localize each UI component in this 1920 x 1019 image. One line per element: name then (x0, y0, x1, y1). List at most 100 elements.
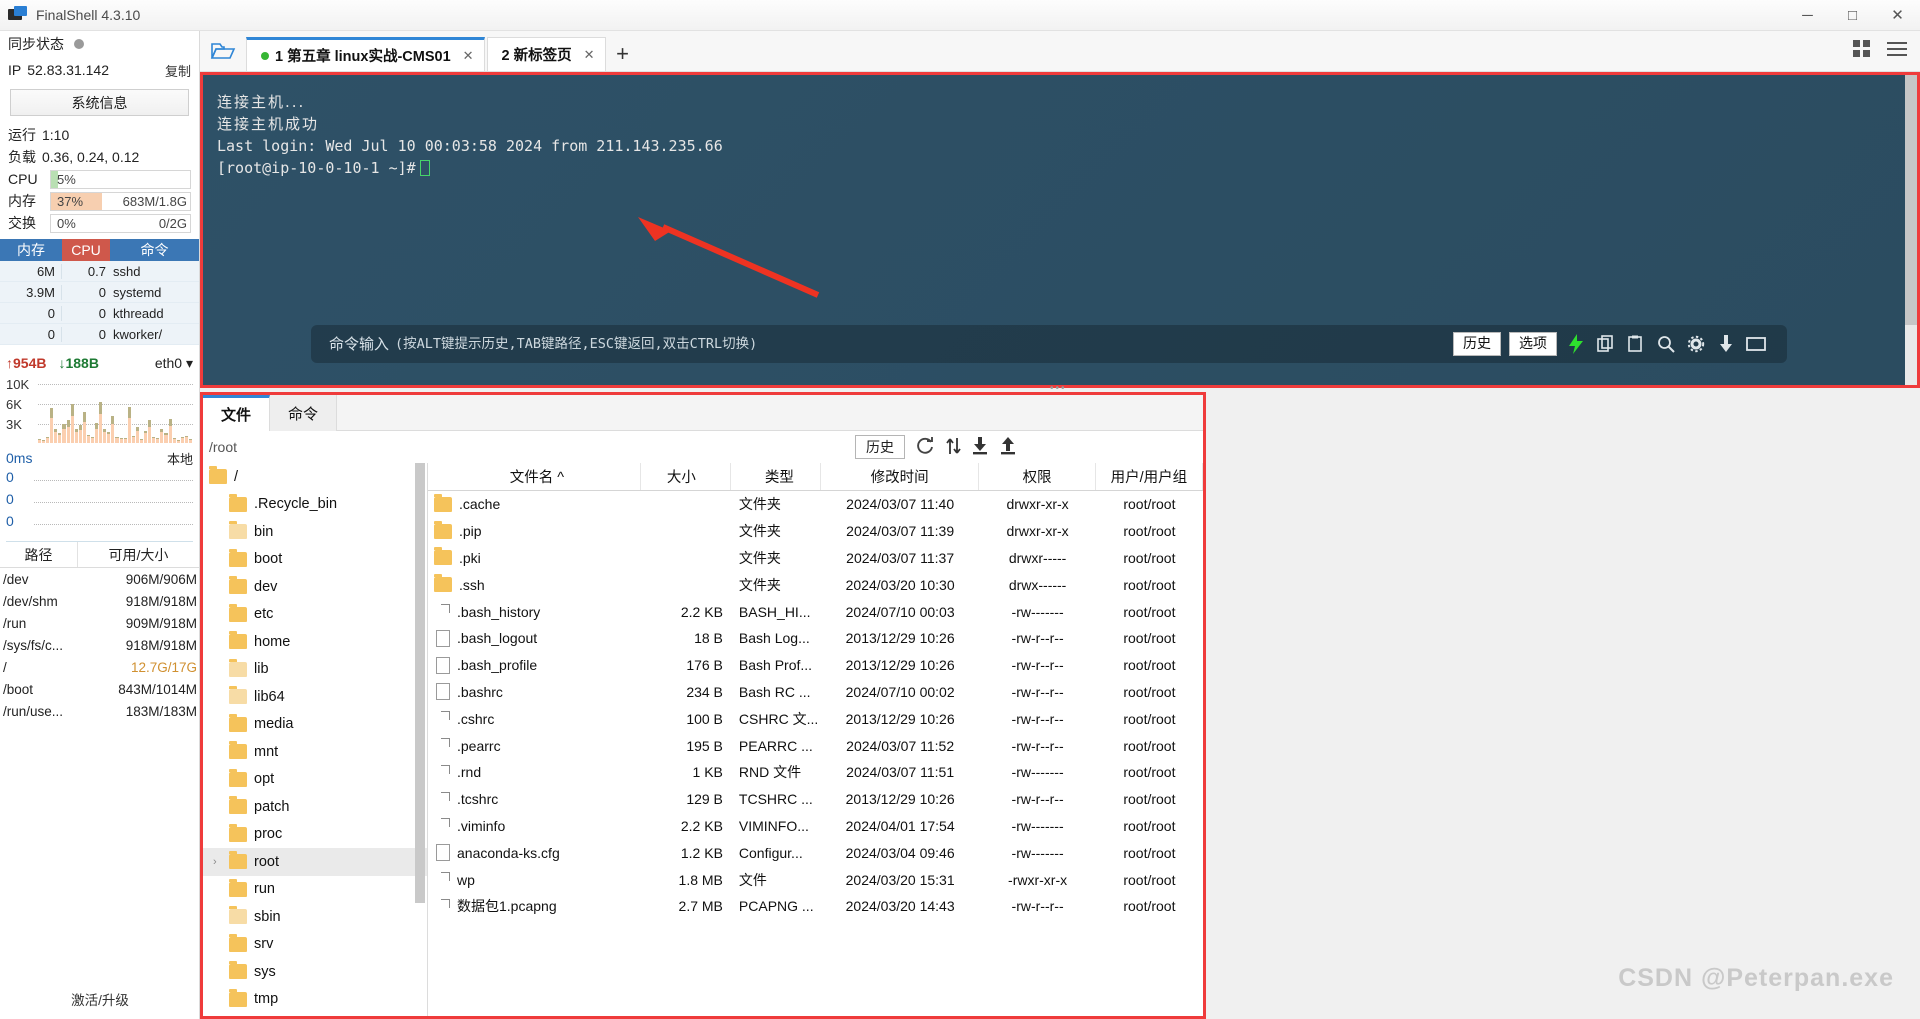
disk-row[interactable]: /sys/fs/c... 918M/918M (0, 634, 199, 656)
tree-item-Recycle_bin[interactable]: .Recycle_bin (203, 491, 427, 519)
session-tab-2[interactable]: 2 新标签页 ✕ (486, 37, 606, 71)
file-row[interactable]: .bashrc 234 B Bash RC ... 2024/07/10 00:02 -… (428, 679, 1203, 706)
file-row[interactable]: .pki 文件夹 2024/03/07 11:37 drwxr----- root/ro… (428, 545, 1203, 572)
gear-icon[interactable] (1685, 333, 1707, 355)
file-row[interactable]: .bash_logout 18 B Bash Log... 2013/12/29 10… (428, 625, 1203, 652)
terminal-output[interactable]: 连接主机... 连接主机成功 Last login: Wed Jul 10 00:0… (203, 75, 1917, 385)
file-row[interactable]: .bash_history 2.2 KB BASH_HI... 2024/07/10 … (428, 598, 1203, 625)
tree-item-opt[interactable]: opt (203, 766, 427, 794)
terminal-options-button[interactable]: 选项 (1509, 332, 1557, 356)
copy-icon[interactable] (1595, 333, 1617, 355)
search-icon[interactable] (1655, 333, 1677, 355)
terminal-scrollbar[interactable] (1905, 75, 1917, 385)
tab-close-icon[interactable]: ✕ (463, 48, 474, 64)
file-row[interactable]: .cache 文件夹 2024/03/07 11:40 drwxr-xr-x root/… (428, 491, 1203, 518)
tree-item-tmp[interactable]: tmp (203, 986, 427, 1014)
tree-item-root[interactable]: › root (203, 848, 427, 876)
tree-item-dev[interactable]: dev (203, 573, 427, 601)
file-type: 文件夹 (738, 523, 781, 540)
process-header-cpu[interactable]: CPU (62, 239, 110, 261)
system-info-button[interactable]: 系统信息 (10, 89, 189, 116)
process-row[interactable]: 3.9M 0 systemd (0, 282, 199, 303)
tab-close-icon[interactable]: ✕ (584, 47, 595, 63)
network-download-value: ↓188B (58, 355, 99, 371)
file-column-header-0[interactable]: 文件名 ^ (428, 463, 641, 490)
folder-icon (229, 823, 247, 842)
disk-row[interactable]: /run 909M/918M (0, 612, 199, 634)
window-icon[interactable] (1745, 333, 1767, 355)
file-panel-tab-1[interactable]: 文件 (203, 395, 271, 431)
file-panel-tab-2[interactable]: 命令 (270, 395, 338, 431)
file-row[interactable]: .cshrc 100 B CSHRC 文... 2013/12/29 10:26 -rw… (428, 705, 1203, 732)
tree-item-srv[interactable]: srv (203, 931, 427, 959)
file-column-header-4[interactable]: 权限 (979, 463, 1096, 490)
tree-item-[interactable]: / (203, 463, 427, 491)
file-row[interactable]: .tcshrc 129 B TCSHRC ... 2013/12/29 10:26 -r… (428, 786, 1203, 813)
file-column-header-3[interactable]: 修改时间 (821, 463, 980, 490)
tree-item-lib64[interactable]: lib64 (203, 683, 427, 711)
file-row[interactable]: .pearrc 195 B PEARRC ... 2024/03/07 11:52 -r… (428, 732, 1203, 759)
upload-icon[interactable] (999, 436, 1017, 459)
tree-item-etc[interactable]: etc (203, 601, 427, 629)
tree-item-proc[interactable]: proc (203, 821, 427, 849)
tree-item-sys[interactable]: sys (203, 958, 427, 986)
copy-ip-button[interactable]: 复制 (165, 61, 191, 80)
tree-item-home[interactable]: home (203, 628, 427, 656)
disk-header-path[interactable]: 路径 (0, 542, 78, 567)
grid-view-icon[interactable] (1852, 39, 1872, 62)
tree-item-mnt[interactable]: mnt (203, 738, 427, 766)
file-row[interactable]: anaconda-ks.cfg 1.2 KB Configur... 2024/03/… (428, 839, 1203, 866)
sort-icon[interactable] (945, 436, 961, 459)
process-row[interactable]: 6M 0.7 sshd (0, 261, 199, 282)
folder-open-icon[interactable] (200, 30, 246, 71)
disk-row[interactable]: /dev 906M/906M (0, 568, 199, 590)
chevron-right-icon[interactable]: › (213, 856, 217, 868)
file-row[interactable]: wp 1.8 MB 文件 2024/03/20 15:31 -rwxr-xr-x root… (428, 866, 1203, 893)
file-column-header-2[interactable]: 类型 (731, 463, 821, 490)
tree-item-sbin[interactable]: sbin (203, 903, 427, 931)
process-header-command[interactable]: 命令 (110, 239, 199, 261)
process-row[interactable]: 0 0 kworker/ (0, 324, 199, 345)
disk-row[interactable]: / 12.7G/17G (0, 656, 199, 678)
tree-item-bin[interactable]: bin (203, 518, 427, 546)
file-row[interactable]: 数据包1.pcapng 2.7 MB PCAPNG ... 2024/03/20 14… (428, 893, 1203, 920)
disk-row[interactable]: /boot 843M/1014M (0, 678, 199, 700)
process-header-memory[interactable]: 内存 (0, 239, 62, 261)
tree-item-patch[interactable]: patch (203, 793, 427, 821)
minimize-button[interactable]: ─ (1785, 0, 1830, 31)
file-history-button[interactable]: 历史 (855, 435, 905, 459)
tree-item-run[interactable]: run (203, 876, 427, 904)
hamburger-menu-icon[interactable] (1886, 40, 1908, 61)
paste-icon[interactable] (1625, 333, 1647, 355)
file-type: Configur... (738, 844, 803, 861)
new-tab-button[interactable]: + (608, 37, 638, 71)
file-row[interactable]: .rnd 1 KB RND 文件 2024/03/07 11:51 -rw-------… (428, 759, 1203, 786)
current-path-value[interactable]: /root (209, 439, 237, 455)
file-row[interactable]: .bash_profile 176 B Bash Prof... 2013/12/29… (428, 652, 1203, 679)
tree-item-boot[interactable]: boot (203, 546, 427, 574)
close-button[interactable]: ✕ (1875, 0, 1920, 31)
file-column-header-1[interactable]: 大小 (641, 463, 731, 490)
maximize-button[interactable]: □ (1830, 0, 1875, 31)
file-row[interactable]: .pip 文件夹 2024/03/07 11:39 drwxr-xr-x root/ro… (428, 518, 1203, 545)
disk-row[interactable]: /dev/shm 918M/918M (0, 590, 199, 612)
network-interface-selector[interactable]: eth0 ▾ (155, 355, 193, 372)
file-row[interactable]: .viminfo 2.2 KB VIMINFO... 2024/04/01 17:54… (428, 813, 1203, 840)
process-row[interactable]: 0 0 kthreadd (0, 303, 199, 324)
terminal-history-button[interactable]: 历史 (1453, 332, 1501, 356)
session-tab-1[interactable]: 1 第五章 linux实战-CMS01 ✕ (246, 37, 485, 71)
tree-scrollbar[interactable] (415, 463, 425, 1016)
activate-upgrade-link[interactable]: 激活/升级 (0, 989, 199, 1009)
download-icon[interactable] (1715, 333, 1737, 355)
lightning-icon[interactable] (1565, 333, 1587, 355)
file-row[interactable]: .ssh 文件夹 2024/03/20 10:30 drwx------ root/ro… (428, 571, 1203, 598)
tree-item-lib[interactable]: lib (203, 656, 427, 684)
tree-item-label: root (254, 853, 279, 870)
tree-item-media[interactable]: media (203, 711, 427, 739)
download-icon[interactable] (971, 436, 989, 459)
refresh-icon[interactable] (915, 436, 935, 459)
disk-header-available[interactable]: 可用/大小 (78, 542, 199, 567)
meter-row-内存: 内存 37% 683M/1.8G (0, 190, 199, 212)
file-column-header-5[interactable]: 用户/用户组 (1096, 463, 1203, 490)
disk-row[interactable]: /run/use... 183M/183M (0, 700, 199, 722)
